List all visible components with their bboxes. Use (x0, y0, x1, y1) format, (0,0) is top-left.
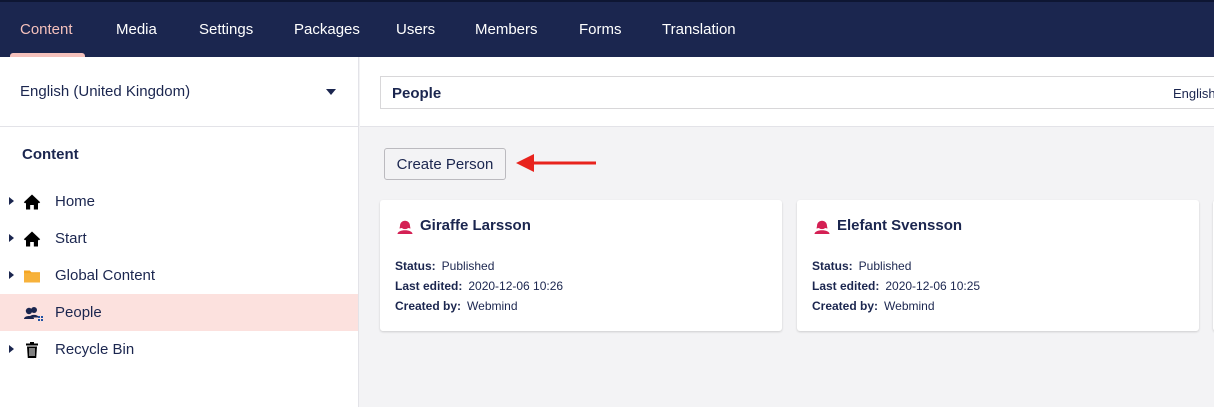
last-edited-label: Last edited: (395, 279, 463, 293)
created-by-row: Created by: Webmind (395, 299, 518, 313)
tree-item-label: People (55, 304, 102, 321)
person-icon (813, 217, 831, 235)
tree-item-label: Start (55, 230, 87, 247)
last-edited-value: 2020-12-06 10:26 (468, 279, 564, 293)
tree-item-label: Home (55, 193, 96, 210)
created-by-label: Created by: (812, 299, 879, 313)
nav-tab-members[interactable]: Members (475, 2, 538, 57)
expand-caret-icon[interactable] (9, 345, 14, 353)
last-edited-row: Last edited: 2020-12-06 10:25 (812, 279, 980, 293)
home-icon (23, 193, 41, 211)
language-selector[interactable]: English (United Kingdom) (0, 57, 359, 127)
person-name[interactable]: Giraffe Larsson (420, 217, 531, 234)
status-value: Published (441, 259, 495, 273)
nav-tab-packages[interactable]: Packages (294, 2, 360, 57)
person-card[interactable]: Giraffe Larsson Status: Published Last ed… (380, 200, 782, 331)
home-icon (23, 230, 41, 248)
trash-icon (23, 341, 41, 359)
last-edited-row: Last edited: 2020-12-06 10:26 (395, 279, 563, 293)
tree-section-title: Content (22, 146, 79, 163)
expand-caret-icon[interactable] (9, 197, 14, 205)
tree-item-home[interactable]: Home (0, 183, 358, 220)
folder-icon (23, 267, 41, 285)
nav-tab-content[interactable]: Content (20, 2, 73, 57)
status-row: Status: Published (395, 259, 494, 273)
last-edited-value: 2020-12-06 10:25 (885, 279, 981, 293)
created-by-value: Webmind (884, 299, 935, 313)
tree-item-global-content[interactable]: Global Content (0, 257, 358, 294)
top-navigation: Content Media Settings Packages Users Me… (0, 0, 1214, 57)
language-variant-label[interactable]: English (1173, 86, 1214, 101)
nav-tab-forms[interactable]: Forms (579, 2, 622, 57)
status-label: Status: (395, 259, 436, 273)
created-by-label: Created by: (395, 299, 462, 313)
nav-tab-translation[interactable]: Translation (662, 2, 736, 57)
person-card[interactable]: Elefant Svensson Status: Published Last e… (797, 200, 1199, 331)
nav-tab-settings[interactable]: Settings (199, 2, 253, 57)
editor-panel: People English Create Person Giraffe Lar… (360, 57, 1214, 407)
editor-header: People English (360, 57, 1214, 127)
nav-tab-media[interactable]: Media (116, 2, 157, 57)
person-name[interactable]: Elefant Svensson (837, 217, 962, 234)
last-edited-label: Last edited: (812, 279, 880, 293)
status-value: Published (858, 259, 912, 273)
status-label: Status: (812, 259, 853, 273)
expand-caret-icon[interactable] (9, 271, 14, 279)
content-sidebar: English (United Kingdom) Content Home St… (0, 57, 359, 407)
person-icon (396, 217, 414, 235)
nav-tab-users[interactable]: Users (396, 2, 435, 57)
node-name-value: People (392, 85, 442, 102)
tree-item-label: Global Content (55, 267, 156, 284)
annotation-arrow-icon (516, 154, 596, 172)
created-by-value: Webmind (467, 299, 518, 313)
node-name-field[interactable]: People English (380, 76, 1214, 109)
tree-item-recycle-bin[interactable]: Recycle Bin (0, 331, 358, 368)
chevron-down-icon (326, 89, 336, 95)
tree-item-people[interactable]: People (0, 294, 358, 331)
tree-item-start[interactable]: Start (0, 220, 358, 257)
tree-item-label: Recycle Bin (55, 341, 135, 358)
users-icon (23, 304, 43, 322)
status-row: Status: Published (812, 259, 911, 273)
create-person-button[interactable]: Create Person (384, 148, 506, 180)
language-selector-label: English (United Kingdom) (20, 83, 191, 100)
created-by-row: Created by: Webmind (812, 299, 935, 313)
expand-caret-icon[interactable] (9, 234, 14, 242)
